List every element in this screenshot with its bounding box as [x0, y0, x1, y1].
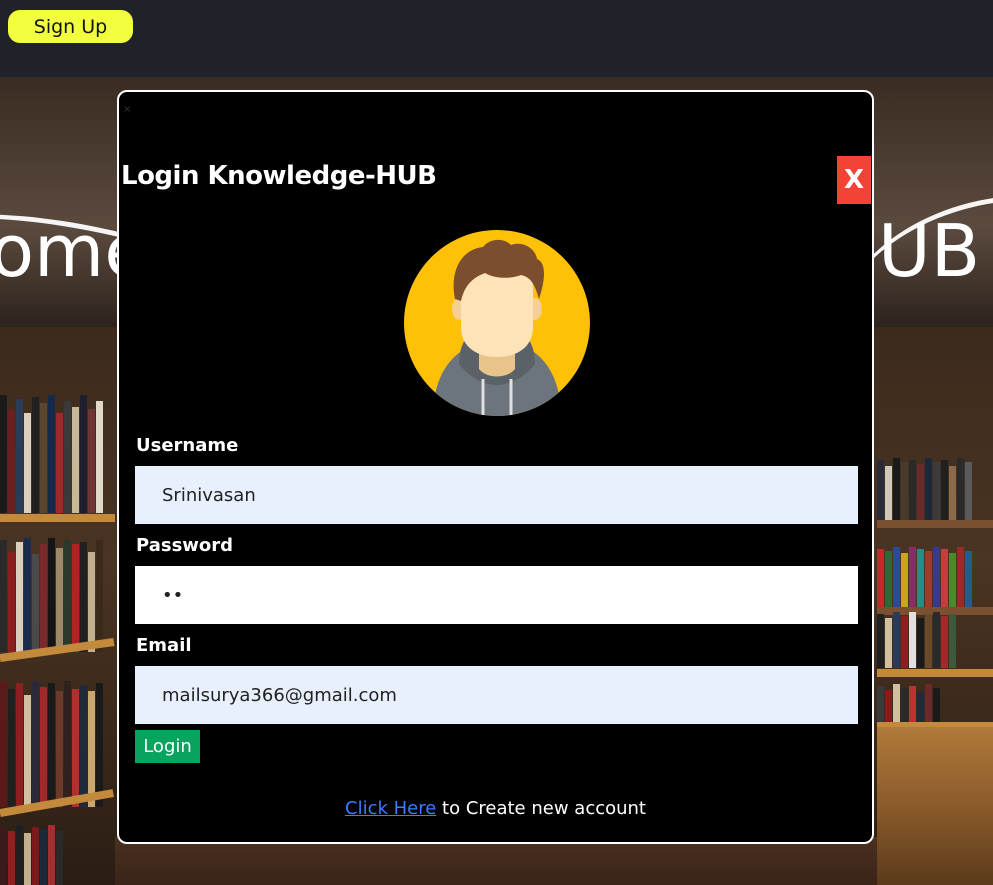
bookshelf-books-left-2	[0, 537, 104, 652]
user-avatar-icon	[403, 229, 591, 417]
top-bar: Sign Up	[0, 0, 993, 77]
bookshelf-books-right-3	[877, 610, 957, 668]
bookshelf-right-1	[877, 520, 993, 528]
create-account-suffix: to Create new account	[436, 798, 646, 819]
bookshelf-books-left-1	[0, 393, 104, 513]
password-label: Password	[136, 535, 234, 556]
tiny-close-icon[interactable]: ×	[123, 104, 131, 115]
bookshelf-books-left-4	[0, 822, 64, 885]
login-button[interactable]: Login	[135, 730, 200, 763]
background-floor	[115, 837, 877, 885]
create-account-link[interactable]: Click Here	[345, 798, 436, 819]
password-input[interactable]	[135, 566, 858, 624]
bookshelf-books-left-3	[0, 677, 104, 807]
bookshelf-books-right-2	[877, 545, 973, 607]
modal-title: Login Knowledge-HUB	[121, 161, 437, 191]
close-button[interactable]: X	[837, 156, 871, 204]
create-account-text: Click Here to Create new account	[119, 797, 872, 821]
bookshelf-right-3	[877, 669, 993, 677]
username-input[interactable]	[135, 466, 858, 524]
bookshelf-books-right-4	[877, 682, 941, 722]
bookshelf-books-right-1	[877, 455, 973, 520]
username-label: Username	[136, 435, 239, 456]
email-label: Email	[136, 635, 192, 656]
background-furniture	[877, 727, 993, 885]
email-input[interactable]	[135, 666, 858, 724]
signup-button[interactable]: Sign Up	[8, 10, 133, 43]
background-welcome-text-right: UB	[878, 209, 981, 293]
login-modal: × Login Knowledge-HUB X Username Sriniva…	[117, 90, 874, 844]
bookshelf-left-1	[0, 514, 115, 522]
